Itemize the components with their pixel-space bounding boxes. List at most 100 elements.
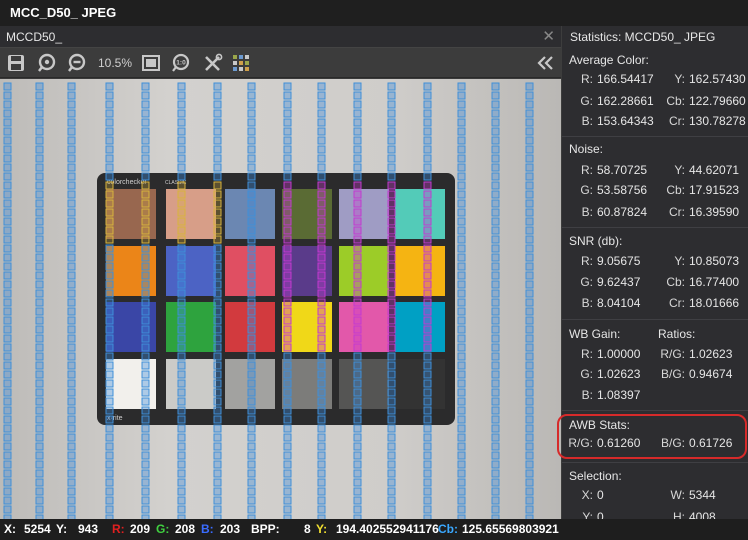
svg-text:1:0: 1:0 bbox=[176, 60, 186, 67]
sample-cell bbox=[3, 388, 12, 397]
save-icon[interactable] bbox=[5, 52, 27, 74]
noise-r-value: 58.70725 bbox=[597, 163, 648, 177]
sample-cell bbox=[35, 316, 44, 325]
divider bbox=[562, 319, 748, 320]
sample-cell bbox=[317, 307, 326, 316]
zoom-level[interactable]: 10.5% bbox=[98, 48, 132, 78]
g-label: G: bbox=[580, 94, 593, 108]
sample-cell bbox=[141, 343, 150, 352]
sample-cell bbox=[525, 505, 534, 514]
sample-cell bbox=[387, 280, 396, 289]
average-cb-value: 122.79660 bbox=[689, 94, 746, 108]
close-icon[interactable]: ✕ bbox=[542, 26, 555, 48]
sample-cell bbox=[213, 370, 222, 379]
sample-cell bbox=[105, 406, 114, 415]
image-canvas[interactable]: colorchecker CLASSIC x·rite bbox=[0, 79, 561, 519]
sample-cell bbox=[3, 217, 12, 226]
sample-cell bbox=[491, 145, 500, 154]
sample-cell bbox=[67, 82, 76, 91]
sampling-column bbox=[457, 82, 466, 519]
sample-cell bbox=[35, 496, 44, 505]
sample-cell bbox=[491, 244, 500, 253]
sample-cell bbox=[457, 82, 466, 91]
sample-cell bbox=[387, 460, 396, 469]
sample-cell bbox=[457, 226, 466, 235]
sample-cell bbox=[353, 496, 362, 505]
sample-cell bbox=[247, 271, 256, 280]
zoom-in-icon[interactable] bbox=[36, 52, 58, 74]
sample-cell bbox=[525, 172, 534, 181]
divider bbox=[562, 227, 748, 228]
sample-cell bbox=[177, 244, 186, 253]
sample-cell bbox=[283, 397, 292, 406]
noise-g-value: 53.58756 bbox=[597, 183, 648, 197]
awb-row: R/G: 0.61260 B/G: 0.61726 bbox=[562, 436, 748, 454]
sample-cell bbox=[491, 370, 500, 379]
zoom-out-icon[interactable] bbox=[66, 52, 88, 74]
sample-cell bbox=[353, 244, 362, 253]
image-tab-title[interactable]: MCCD50_ bbox=[6, 30, 62, 44]
sample-cell bbox=[491, 262, 500, 271]
g-label: G: bbox=[580, 183, 593, 197]
sample-cell bbox=[353, 163, 362, 172]
sample-cell bbox=[3, 361, 12, 370]
sample-cell bbox=[105, 307, 114, 316]
sample-cell bbox=[283, 451, 292, 460]
sample-cell bbox=[213, 109, 222, 118]
sample-cell bbox=[457, 316, 466, 325]
sample-cell bbox=[67, 388, 76, 397]
sample-cell bbox=[3, 487, 12, 496]
sample-cell bbox=[177, 487, 186, 496]
status-y-label: Y: bbox=[56, 522, 68, 536]
sample-cell bbox=[423, 199, 432, 208]
sample-cell bbox=[317, 451, 326, 460]
sample-cell bbox=[177, 298, 186, 307]
sample-cell bbox=[283, 244, 292, 253]
sample-cell bbox=[141, 262, 150, 271]
sample-cell bbox=[525, 487, 534, 496]
sample-cell bbox=[491, 460, 500, 469]
sample-cell bbox=[67, 397, 76, 406]
sample-cell bbox=[67, 271, 76, 280]
color-patch bbox=[166, 189, 216, 239]
sample-cell bbox=[457, 478, 466, 487]
sample-cell bbox=[3, 307, 12, 316]
fit-window-icon[interactable] bbox=[140, 52, 162, 74]
sample-cell bbox=[67, 415, 76, 424]
sample-cell bbox=[247, 289, 256, 298]
sample-cell bbox=[141, 136, 150, 145]
sample-cell bbox=[491, 361, 500, 370]
sample-cell bbox=[423, 100, 432, 109]
actual-size-icon[interactable]: 1:0 bbox=[170, 52, 192, 74]
sample-cell bbox=[317, 244, 326, 253]
sample-cell bbox=[3, 298, 12, 307]
sample-cell bbox=[457, 352, 466, 361]
sample-cell bbox=[177, 100, 186, 109]
grid-icon[interactable] bbox=[230, 52, 252, 74]
sample-cell bbox=[35, 334, 44, 343]
sample-cell bbox=[525, 361, 534, 370]
sample-cell bbox=[247, 397, 256, 406]
sample-cell bbox=[283, 415, 292, 424]
sample-cell bbox=[141, 334, 150, 343]
sample-cell bbox=[177, 388, 186, 397]
collapse-icon[interactable] bbox=[534, 52, 556, 74]
sample-cell bbox=[213, 190, 222, 199]
sample-cell bbox=[283, 136, 292, 145]
snr-cr-value: 18.01666 bbox=[689, 296, 740, 310]
sample-cell bbox=[353, 172, 362, 181]
sample-cell bbox=[457, 469, 466, 478]
sample-cell bbox=[353, 487, 362, 496]
tools-icon[interactable] bbox=[202, 52, 224, 74]
sample-cell bbox=[105, 379, 114, 388]
sample-cell bbox=[387, 199, 396, 208]
sample-cell bbox=[457, 262, 466, 271]
sample-cell bbox=[491, 316, 500, 325]
noise-cr-value: 16.39590 bbox=[689, 205, 740, 219]
sample-cell bbox=[141, 226, 150, 235]
sample-cell bbox=[317, 298, 326, 307]
sample-cell bbox=[353, 190, 362, 199]
average-row-1: R: 166.54417 Y: 162.57430 bbox=[562, 72, 748, 90]
sample-cell bbox=[3, 397, 12, 406]
cr-label: Cr: bbox=[669, 296, 685, 310]
